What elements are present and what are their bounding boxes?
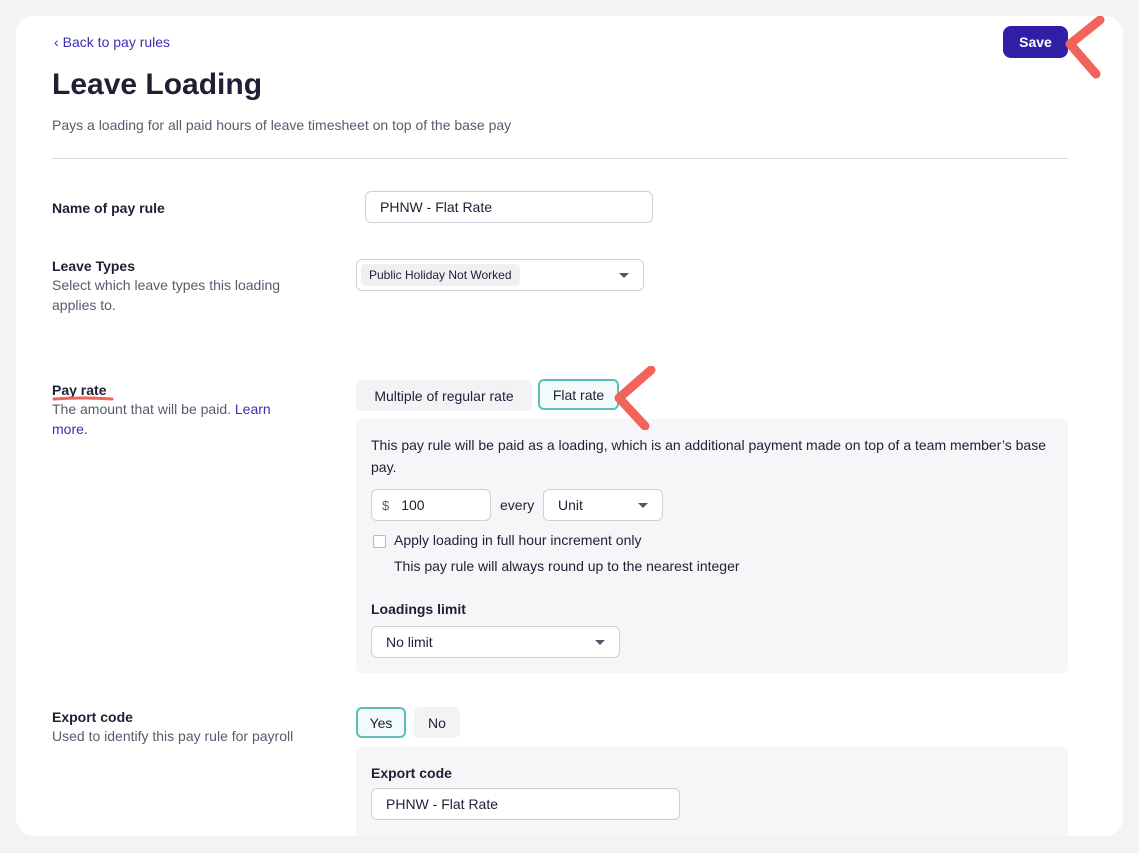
- full-hour-increment-help: This pay rule will always round up to th…: [394, 558, 740, 574]
- chevron-left-icon: ‹: [54, 34, 59, 50]
- pay-rate-help: The amount that will be paid. Learn more…: [52, 399, 302, 439]
- caret-down-icon: [638, 502, 648, 508]
- flat-rate-arrow-annotation: [614, 366, 656, 430]
- every-label: every: [500, 497, 535, 513]
- export-code-input[interactable]: PHNW - Flat Rate: [371, 788, 680, 820]
- pay-rule-name-input[interactable]: PHNW - Flat Rate: [365, 191, 653, 223]
- export-code-help: Used to identify this pay rule for payro…: [52, 728, 294, 744]
- leave-types-help: Select which leave types this loading ap…: [52, 277, 281, 313]
- save-button[interactable]: Save: [1003, 26, 1068, 58]
- loadings-limit-label: Loadings limit: [371, 601, 466, 617]
- page-title: Leave Loading: [52, 68, 263, 101]
- header-divider: [52, 158, 1068, 159]
- export-code-field-label: Export code: [371, 765, 452, 781]
- caret-down-icon: [619, 272, 629, 278]
- currency-symbol: $: [382, 497, 390, 513]
- flat-rate-option[interactable]: Flat rate: [538, 379, 619, 410]
- export-code-label: Export code: [52, 709, 133, 725]
- pay-rate-underline-annotation: [52, 396, 114, 401]
- multiple-of-regular-rate-option[interactable]: Multiple of regular rate: [356, 380, 532, 411]
- unit-select[interactable]: Unit: [543, 489, 663, 521]
- full-hour-increment-label: Apply loading in full hour increment onl…: [394, 532, 642, 548]
- unit-value: Unit: [558, 497, 583, 513]
- export-code-no-option[interactable]: No: [414, 707, 460, 738]
- page-subtitle: Pays a loading for all paid hours of lea…: [52, 117, 512, 133]
- name-of-pay-rule-label: Name of pay rule: [52, 200, 165, 216]
- export-code-panel: Export code PHNW - Flat Rate: [356, 746, 1068, 836]
- pay-rate-details-panel: This pay rule will be paid as a loading,…: [356, 419, 1068, 673]
- amount-value: 100: [401, 497, 425, 513]
- leave-types-label: Leave Types: [52, 258, 136, 274]
- caret-down-icon: [595, 639, 605, 645]
- back-to-pay-rules-link[interactable]: ‹ Back to pay rules: [54, 34, 170, 50]
- pay-rule-form-card: ‹ Back to pay rules Save Leave Loading P…: [16, 16, 1123, 836]
- export-code-yes-option[interactable]: Yes: [356, 707, 406, 738]
- leave-type-chip: Public Holiday Not Worked: [361, 264, 520, 286]
- back-link-label: Back to pay rules: [62, 34, 171, 50]
- save-arrow-annotation: [1065, 16, 1105, 79]
- loading-description: This pay rule will be paid as a loading,…: [371, 437, 1046, 475]
- leave-types-select[interactable]: Public Holiday Not Worked: [356, 259, 644, 291]
- pay-rate-help-text: The amount that will be paid.: [52, 401, 231, 417]
- loadings-limit-value: No limit: [386, 634, 433, 650]
- full-hour-increment-checkbox[interactable]: [373, 535, 386, 548]
- loadings-limit-select[interactable]: No limit: [371, 626, 620, 658]
- amount-input[interactable]: $ 100: [371, 489, 491, 521]
